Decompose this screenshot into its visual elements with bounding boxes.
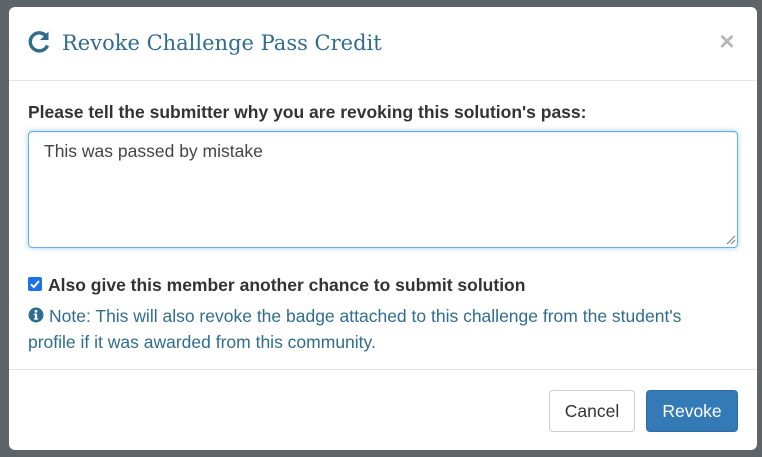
note-text: Note: This will also revoke the badge at… (28, 306, 682, 352)
dialog-title: Revoke Challenge Pass Credit (62, 31, 382, 55)
revoke-dialog: Revoke Challenge Pass Credit × Please te… (9, 7, 757, 450)
second-chance-label: Also give this member another chance to … (48, 275, 526, 295)
close-icon[interactable]: × (715, 27, 739, 55)
resize-grip-icon[interactable] (725, 234, 736, 245)
refresh-icon (28, 31, 50, 53)
reason-label: Please tell the submitter why you are re… (28, 102, 587, 122)
cancel-button[interactable]: Cancel (549, 390, 635, 432)
dialog-footer: Cancel Revoke (9, 369, 757, 450)
note-block: Note: This will also revoke the badge at… (28, 303, 728, 355)
reason-textarea[interactable]: This was passed by mistake (28, 131, 738, 248)
info-icon (28, 307, 44, 323)
second-chance-checkbox[interactable] (28, 277, 42, 291)
revoke-button[interactable]: Revoke (646, 390, 738, 432)
checkmark-icon (30, 280, 40, 289)
dialog-header: Revoke Challenge Pass Credit × (9, 7, 757, 81)
